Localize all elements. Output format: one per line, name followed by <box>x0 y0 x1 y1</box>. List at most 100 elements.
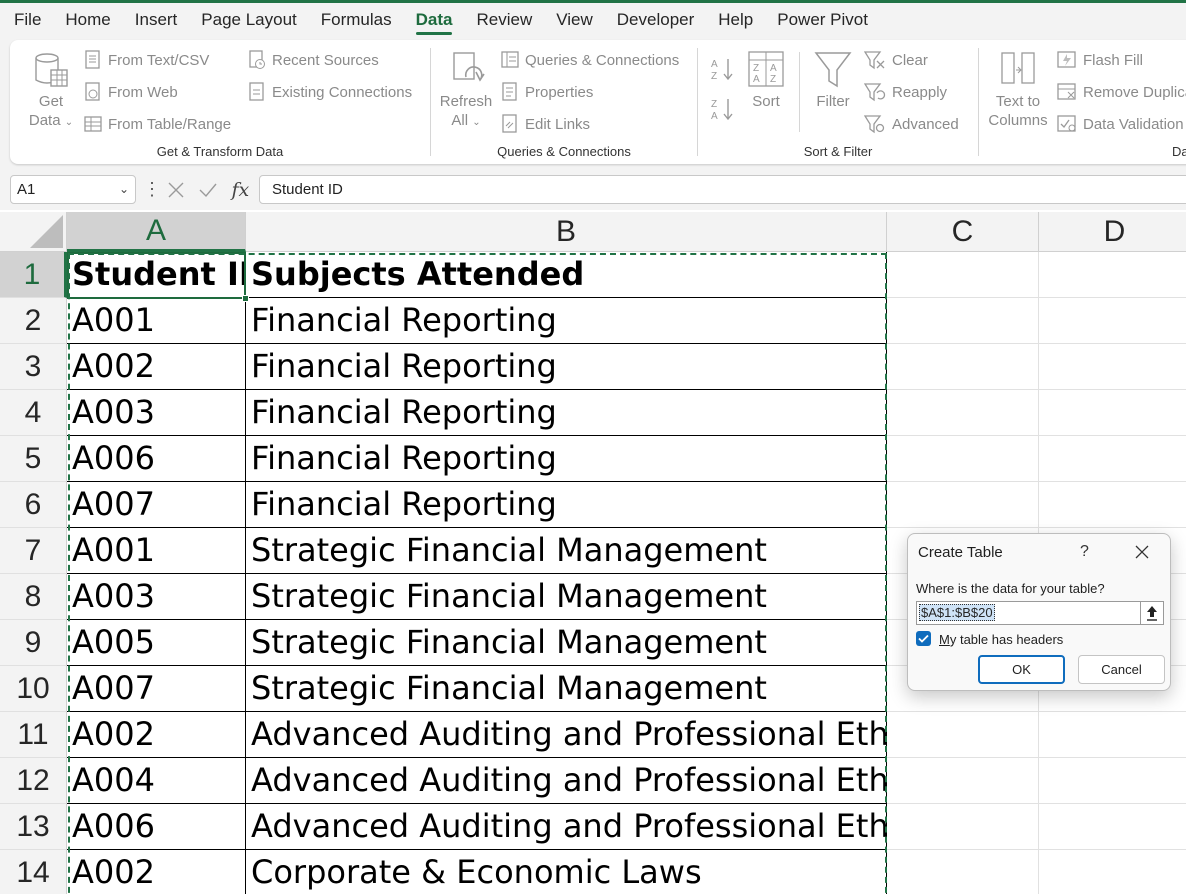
column-header-b[interactable]: B <box>246 212 887 252</box>
cell-b[interactable]: Strategic Financial Management <box>246 620 887 666</box>
cell-b[interactable]: Subjects Attended <box>246 252 887 298</box>
tab-data[interactable]: Data <box>415 3 452 37</box>
cell-b[interactable]: Strategic Financial Management <box>246 574 887 620</box>
cell-c[interactable] <box>887 298 1039 344</box>
from-web-button[interactable]: From Web <box>84 82 178 102</box>
row-header[interactable]: 11 <box>0 712 67 758</box>
cell-d[interactable] <box>1039 804 1186 850</box>
close-button[interactable] <box>1132 540 1152 562</box>
column-header-d[interactable]: D <box>1039 212 1186 252</box>
edit-links-button[interactable]: Edit Links <box>501 114 590 134</box>
advanced-filter-button[interactable]: Advanced <box>864 114 959 134</box>
tab-insert[interactable]: Insert <box>135 3 178 37</box>
refresh-all-button[interactable]: Refresh All ⌄ <box>439 50 493 132</box>
range-input[interactable]: $A$1:$B$20 <box>916 601 1140 625</box>
row-header[interactable]: 5 <box>0 436 67 482</box>
row-header[interactable]: 1 <box>0 252 67 298</box>
recent-sources-button[interactable]: Recent Sources <box>248 50 379 70</box>
cell-c[interactable] <box>887 712 1039 758</box>
cell-a[interactable]: A003 <box>67 574 246 620</box>
row-header[interactable]: 3 <box>0 344 67 390</box>
insert-function-icon[interactable]: fx <box>232 179 250 201</box>
cell-c[interactable] <box>887 850 1039 894</box>
cell-b[interactable]: Strategic Financial Management <box>246 528 887 574</box>
cell-b[interactable]: Advanced Auditing and Professional Ethic… <box>246 758 887 804</box>
cell-a[interactable]: A002 <box>67 712 246 758</box>
tab-view[interactable]: View <box>556 3 593 37</box>
row-header[interactable]: 13 <box>0 804 67 850</box>
cell-c[interactable] <box>887 758 1039 804</box>
data-validation-button[interactable]: Data Validation <box>1057 114 1184 134</box>
cell-c[interactable] <box>887 482 1039 528</box>
sort-button[interactable]: ZAAZ Sort <box>746 50 786 111</box>
existing-connections-button[interactable]: Existing Connections <box>248 82 412 102</box>
cell-b[interactable]: Financial Reporting <box>246 298 887 344</box>
cell-a[interactable]: A003 <box>67 390 246 436</box>
from-table-range-button[interactable]: From Table/Range <box>84 114 231 134</box>
tab-home[interactable]: Home <box>65 3 110 37</box>
cancel-x-icon[interactable] <box>167 181 185 199</box>
formula-input[interactable]: Student ID <box>259 175 1186 204</box>
cell-d[interactable] <box>1039 436 1186 482</box>
cell-d[interactable] <box>1039 252 1186 298</box>
cell-a[interactable]: A006 <box>67 804 246 850</box>
tab-file[interactable]: File <box>14 3 41 37</box>
row-header[interactable]: 14 <box>0 850 67 894</box>
help-button[interactable]: ? <box>1080 543 1089 561</box>
cancel-button[interactable]: Cancel <box>1078 655 1165 684</box>
more-options-icon[interactable]: ⋮ <box>143 179 161 199</box>
cell-a[interactable]: A004 <box>67 758 246 804</box>
fill-handle[interactable] <box>242 295 249 302</box>
cell-d[interactable] <box>1039 390 1186 436</box>
row-header[interactable]: 8 <box>0 574 67 620</box>
cell-b[interactable]: Financial Reporting <box>246 344 887 390</box>
cell-c[interactable] <box>887 804 1039 850</box>
collapse-range-button[interactable] <box>1140 601 1164 625</box>
cell-a[interactable]: A007 <box>67 666 246 712</box>
row-header[interactable]: 4 <box>0 390 67 436</box>
ok-button[interactable]: OK <box>978 655 1065 684</box>
cell-a[interactable]: A002 <box>67 850 246 894</box>
column-header-c[interactable]: C <box>887 212 1039 252</box>
tab-formulas[interactable]: Formulas <box>321 3 392 37</box>
enter-check-icon[interactable] <box>198 181 218 199</box>
row-header[interactable]: 9 <box>0 620 67 666</box>
cell-a[interactable]: A001 <box>67 528 246 574</box>
cell-b[interactable]: Financial Reporting <box>246 436 887 482</box>
queries-connections-button[interactable]: Queries & Connections <box>501 50 679 70</box>
select-all-button[interactable] <box>0 212 67 252</box>
cell-b[interactable]: Corporate & Economic Laws <box>246 850 887 894</box>
cell-c[interactable] <box>887 252 1039 298</box>
cell-b[interactable]: Advanced Auditing and Professional Ethic… <box>246 804 887 850</box>
cell-d[interactable] <box>1039 344 1186 390</box>
get-data-button[interactable]: Get Data ⌄ <box>28 50 74 132</box>
tab-review[interactable]: Review <box>476 3 532 37</box>
flash-fill-button[interactable]: Flash Fill <box>1057 50 1143 70</box>
reapply-button[interactable]: Reapply <box>864 82 947 102</box>
headers-checkbox-label[interactable]: My table has headers <box>939 632 1063 647</box>
clear-filter-button[interactable]: Clear <box>864 50 928 70</box>
row-header[interactable]: 12 <box>0 758 67 804</box>
name-box[interactable]: A1 ⌄ <box>10 175 136 204</box>
cell-d[interactable] <box>1039 298 1186 344</box>
cell-d[interactable] <box>1039 850 1186 894</box>
cell-a[interactable]: A001 <box>67 298 246 344</box>
cell-d[interactable] <box>1039 482 1186 528</box>
cell-a[interactable]: A007 <box>67 482 246 528</box>
tab-help[interactable]: Help <box>718 3 753 37</box>
cell-b[interactable]: Financial Reporting <box>246 390 887 436</box>
filter-button[interactable]: Filter <box>812 50 854 111</box>
cell-d[interactable] <box>1039 712 1186 758</box>
row-header[interactable]: 7 <box>0 528 67 574</box>
from-text-csv-button[interactable]: From Text/CSV <box>84 50 209 70</box>
cell-c[interactable] <box>887 344 1039 390</box>
cell-a[interactable]: A002 <box>67 344 246 390</box>
tab-power-pivot[interactable]: Power Pivot <box>777 3 868 37</box>
row-header[interactable]: 10 <box>0 666 67 712</box>
column-header-a[interactable]: A <box>67 212 246 252</box>
cell-c[interactable] <box>887 390 1039 436</box>
cell-c[interactable] <box>887 436 1039 482</box>
properties-button[interactable]: Properties <box>501 82 593 102</box>
sort-az-button[interactable]: AZ <box>710 56 736 87</box>
sort-za-button[interactable]: ZA <box>710 96 736 127</box>
